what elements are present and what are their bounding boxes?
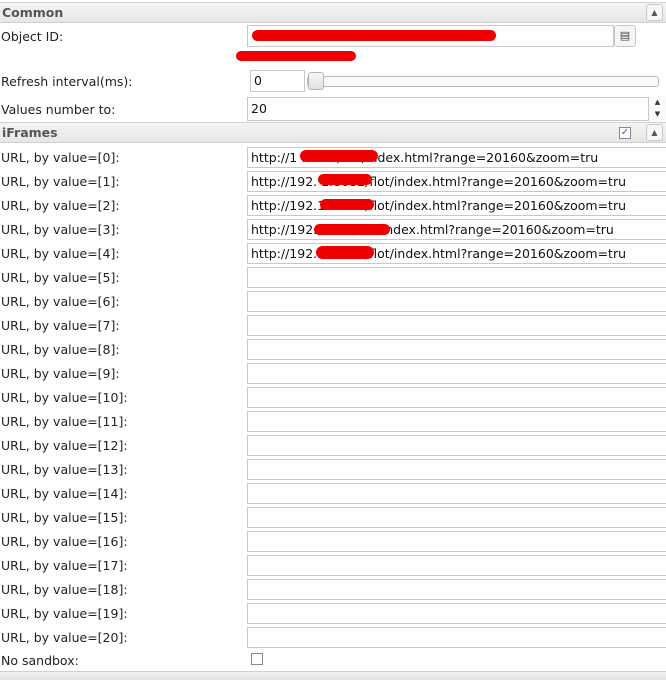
iframes-section-title: iFrames	[2, 125, 58, 140]
url-label-20: URL, by value=[20]:	[1, 630, 128, 645]
refresh-interval-label: Refresh interval(ms):	[1, 74, 133, 89]
redaction-mark	[320, 199, 374, 210]
list-icon: ▤	[619, 29, 631, 42]
redaction-mark	[236, 51, 356, 61]
iframes-section-header[interactable]: iFrames ✓ ▲	[0, 122, 666, 143]
url-input-18[interactable]	[247, 579, 666, 600]
chevron-up-icon: ▲	[651, 128, 658, 137]
url-label-2: URL, by value=[2]:	[1, 198, 120, 213]
refresh-interval-slider-track[interactable]	[307, 76, 659, 87]
url-input-9[interactable]	[247, 363, 666, 384]
url-label-11: URL, by value=[11]:	[1, 414, 128, 429]
url-label-14: URL, by value=[14]:	[1, 486, 128, 501]
url-label-5: URL, by value=[5]:	[1, 270, 120, 285]
common-section-title: Common	[2, 5, 64, 20]
triangle-up-icon[interactable]: ▲	[649, 97, 666, 108]
url-input-3[interactable]: http://192. 8082/flot/index.html?range=2…	[247, 219, 666, 240]
no-sandbox-label: No sandbox:	[1, 653, 79, 668]
collapse-common-button[interactable]: ▲	[646, 4, 663, 21]
url-input-11[interactable]	[247, 411, 666, 432]
url-input-1[interactable]: http://192. 1:8082/flot/index.html?range…	[247, 171, 666, 192]
url-input-13[interactable]	[247, 459, 666, 480]
url-input-19[interactable]	[247, 603, 666, 624]
redaction-mark	[316, 246, 374, 259]
triangle-down-icon[interactable]: ▼	[649, 109, 666, 120]
object-id-picker-button[interactable]: ▤	[614, 25, 636, 47]
url-label-6: URL, by value=[6]:	[1, 294, 120, 309]
url-label-13: URL, by value=[13]:	[1, 462, 128, 477]
url-input-7[interactable]	[247, 315, 666, 336]
url-input-10[interactable]	[247, 387, 666, 408]
url-input-17[interactable]	[247, 555, 666, 576]
redaction-mark	[314, 224, 390, 235]
url-label-15: URL, by value=[15]:	[1, 510, 128, 525]
url-input-6[interactable]	[247, 291, 666, 312]
refresh-interval-input[interactable]: 0	[250, 70, 305, 92]
url-label-19: URL, by value=[19]:	[1, 606, 128, 621]
redaction-mark	[300, 150, 378, 162]
url-input-12[interactable]	[247, 435, 666, 456]
no-sandbox-checkbox[interactable]	[251, 653, 263, 665]
url-label-12: URL, by value=[12]:	[1, 438, 128, 453]
url-label-17: URL, by value=[17]:	[1, 558, 128, 573]
values-number-label: Values number to:	[1, 102, 116, 117]
url-label-18: URL, by value=[18]:	[1, 582, 128, 597]
url-label-1: URL, by value=[1]:	[1, 174, 120, 189]
iframes-enabled-checkbox[interactable]: ✓	[619, 127, 631, 139]
url-label-0: URL, by value=[0]:	[1, 150, 120, 165]
url-input-8[interactable]	[247, 339, 666, 360]
url-input-4[interactable]: http://192.1 :8082/flot/index.html?range…	[247, 243, 666, 264]
url-input-2[interactable]: http://192.1 :8082/flot/index.html?range…	[247, 195, 666, 216]
url-label-16: URL, by value=[16]:	[1, 534, 128, 549]
refresh-interval-slider-handle[interactable]	[308, 72, 324, 90]
url-label-8: URL, by value=[8]:	[1, 342, 120, 357]
url-input-14[interactable]	[247, 483, 666, 504]
next-section-header	[0, 671, 666, 680]
redaction-mark	[318, 174, 372, 185]
url-label-7: URL, by value=[7]:	[1, 318, 120, 333]
object-id-label: Object ID:	[1, 29, 64, 44]
url-label-4: URL, by value=[4]:	[1, 246, 120, 261]
url-input-16[interactable]	[247, 531, 666, 552]
redaction-mark	[252, 30, 496, 41]
values-number-input[interactable]: 20	[247, 97, 666, 121]
chevron-up-icon: ▲	[651, 8, 658, 17]
values-number-spinner[interactable]: ▲ ▼	[648, 97, 666, 121]
common-section-header[interactable]: Common ▲	[0, 2, 666, 23]
url-label-9: URL, by value=[9]:	[1, 366, 120, 381]
url-input-15[interactable]	[247, 507, 666, 528]
url-input-20[interactable]	[247, 627, 666, 648]
url-label-3: URL, by value=[3]:	[1, 222, 120, 237]
url-label-10: URL, by value=[10]:	[1, 390, 128, 405]
collapse-iframes-button[interactable]: ▲	[646, 124, 663, 141]
url-input-5[interactable]	[247, 267, 666, 288]
